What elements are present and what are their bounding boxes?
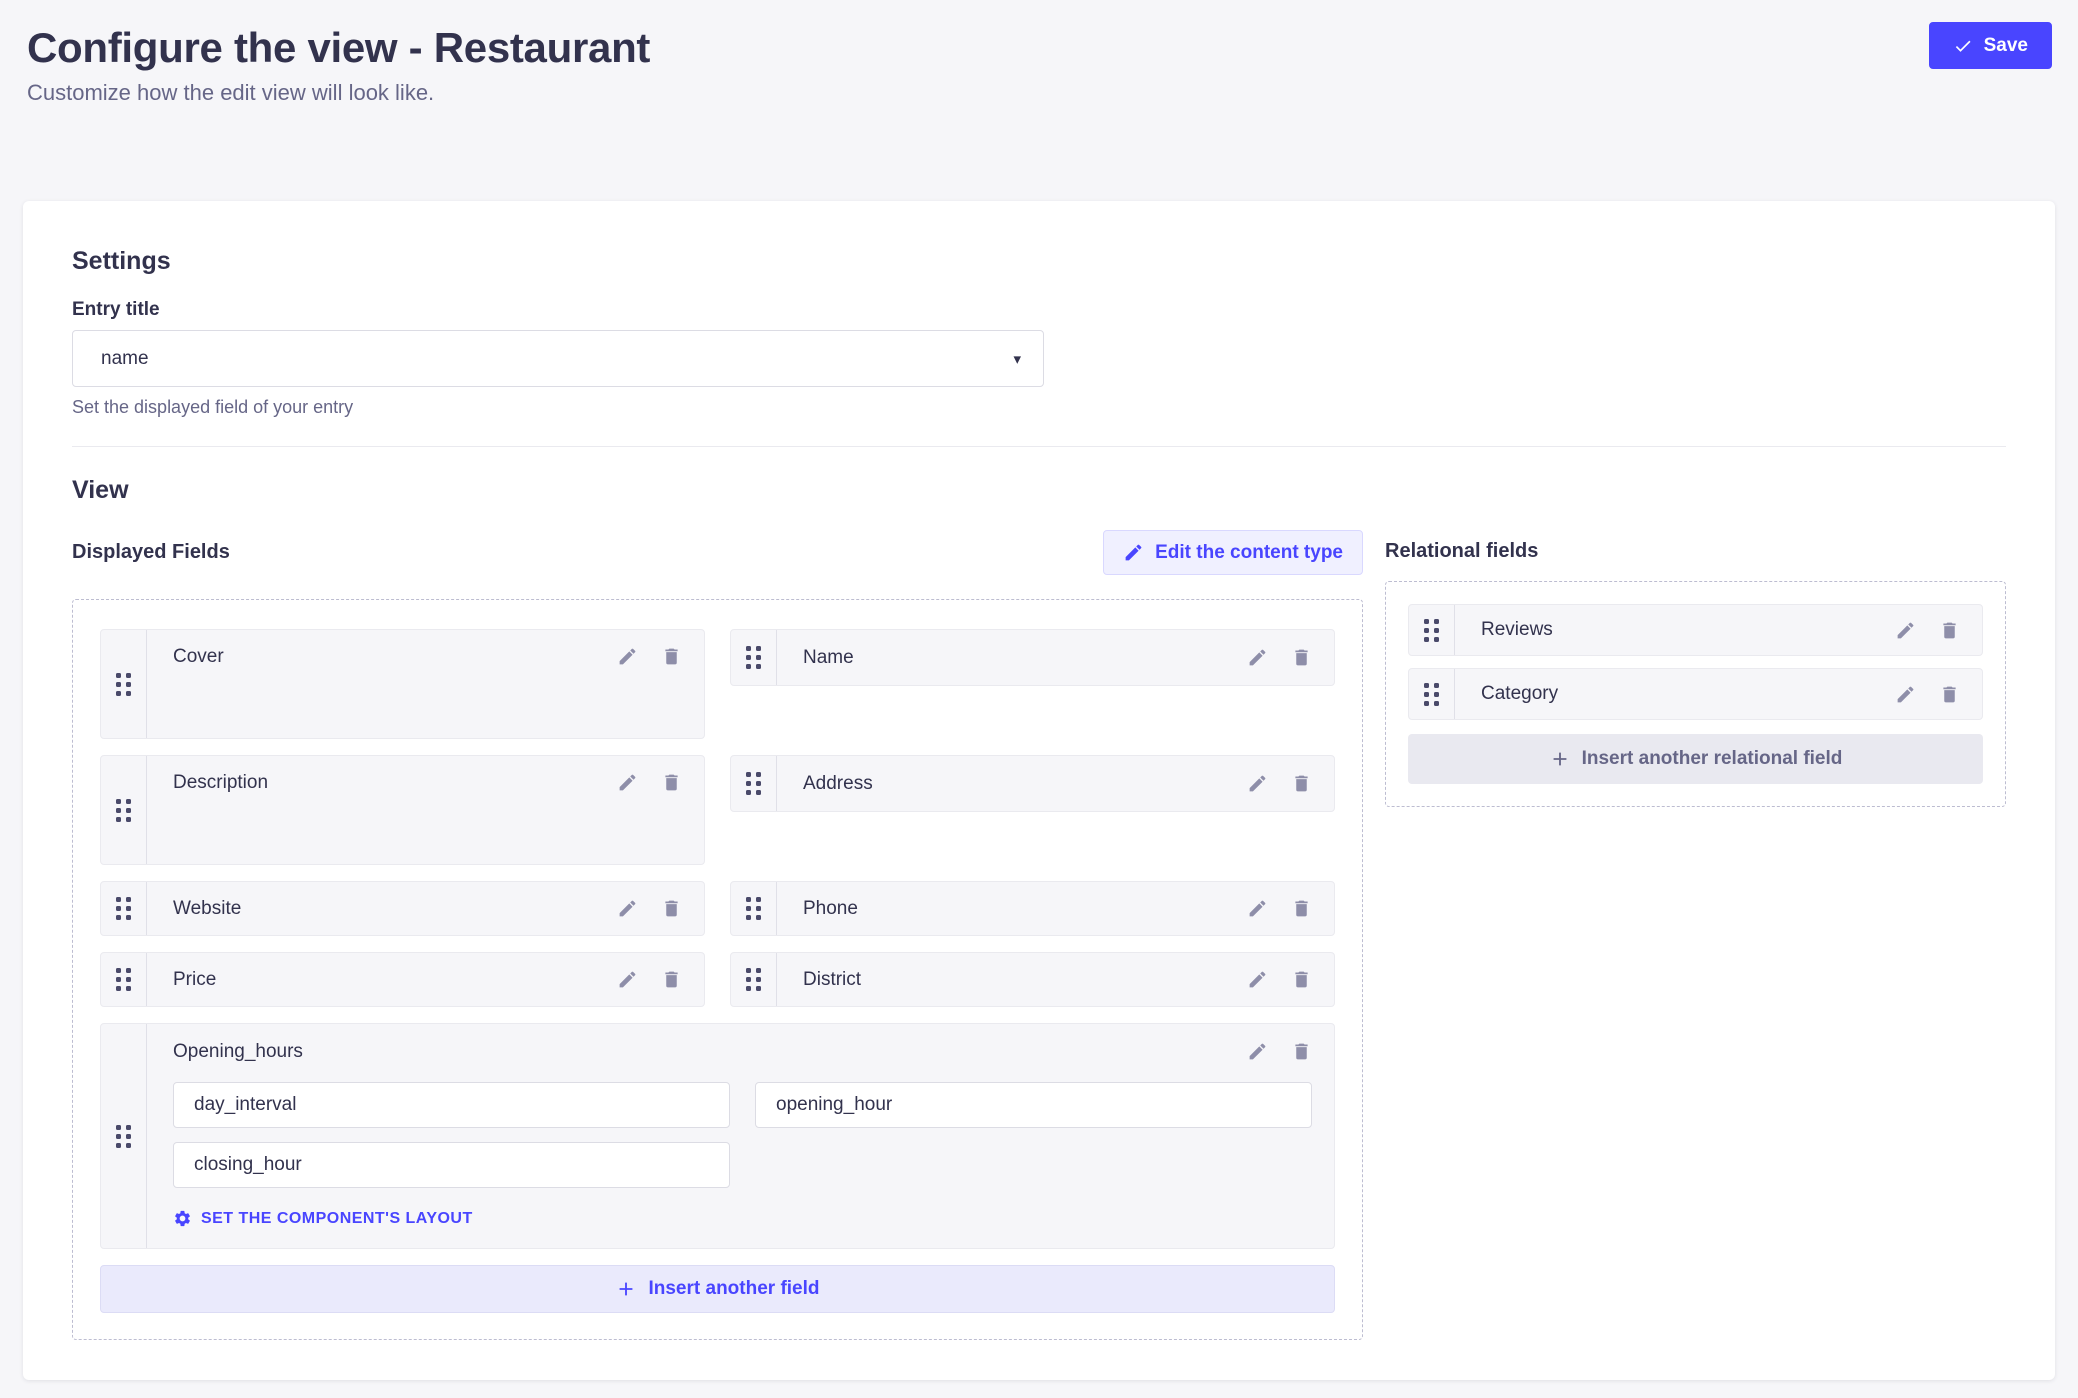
delete-icon[interactable] (661, 772, 682, 793)
drag-handle-icon[interactable] (731, 630, 777, 685)
edit-icon[interactable] (617, 646, 638, 667)
component-subfield-label: closing_hour (194, 1154, 302, 1176)
field-row[interactable]: Description (100, 755, 705, 865)
drag-handle-icon[interactable] (101, 1024, 147, 1248)
drag-handle-icon[interactable] (731, 882, 777, 935)
chevron-down-icon: ▾ (1013, 350, 1021, 368)
edit-icon[interactable] (1247, 773, 1268, 794)
set-component-layout-label: SET THE COMPONENT'S LAYOUT (201, 1210, 473, 1228)
delete-icon[interactable] (661, 969, 682, 990)
relational-fields-container: Reviews (1385, 581, 2006, 807)
plus-icon (615, 1278, 637, 1300)
component-subfield-label: opening_hour (776, 1094, 892, 1116)
field-label: Phone (803, 898, 858, 920)
page-header: Configure the view - Restaurant Customiz… (0, 0, 2078, 106)
component-subfield[interactable]: closing_hour (173, 1142, 730, 1188)
edit-content-type-label: Edit the content type (1155, 542, 1343, 564)
insert-another-relational-field-button[interactable]: Insert another relational field (1408, 734, 1983, 784)
component-subfield[interactable]: day_interval (173, 1082, 730, 1128)
save-button[interactable]: Save (1929, 22, 2052, 69)
relational-field-row[interactable]: Reviews (1408, 604, 1983, 656)
view-heading: View (72, 475, 2006, 505)
component-row-opening-hours[interactable]: Opening_hours day_interval (100, 1023, 1335, 1249)
delete-icon[interactable] (661, 898, 682, 919)
insert-another-field-button[interactable]: Insert another field (100, 1265, 1335, 1313)
field-label: Description (173, 772, 268, 794)
field-row[interactable]: Address (730, 755, 1335, 812)
settings-heading: Settings (72, 246, 2006, 276)
field-label: District (803, 969, 861, 991)
edit-icon[interactable] (617, 772, 638, 793)
plus-icon (1549, 748, 1571, 770)
displayed-fields-grid: Cover (100, 629, 1335, 1313)
delete-icon[interactable] (1291, 969, 1312, 990)
relational-field-row[interactable]: Category (1408, 668, 1983, 720)
entry-title-label: Entry title (72, 298, 2006, 322)
field-row[interactable]: District (730, 952, 1335, 1007)
edit-icon[interactable] (1895, 684, 1916, 705)
edit-icon[interactable] (1247, 898, 1268, 919)
field-row[interactable]: Website (100, 881, 705, 936)
insert-another-field-label: Insert another field (648, 1278, 819, 1300)
entry-title-helper: Set the displayed field of your entry (72, 397, 2006, 418)
field-label: Price (173, 969, 216, 991)
drag-handle-icon[interactable] (1409, 605, 1455, 655)
edit-icon[interactable] (1247, 1041, 1268, 1062)
save-button-label: Save (1984, 35, 2028, 57)
displayed-fields-label: Displayed Fields (72, 541, 230, 564)
drag-handle-icon[interactable] (101, 882, 147, 935)
relational-field-label: Reviews (1481, 619, 1553, 641)
displayed-fields-container: Cover (72, 599, 1363, 1340)
drag-handle-icon[interactable] (101, 630, 147, 738)
delete-icon[interactable] (1939, 684, 1960, 705)
field-label: Address (803, 773, 873, 795)
edit-content-type-button[interactable]: Edit the content type (1103, 530, 1363, 575)
edit-icon[interactable] (1895, 620, 1916, 641)
set-component-layout-link[interactable]: SET THE COMPONENT'S LAYOUT (173, 1209, 473, 1228)
relational-fields-label: Relational fields (1385, 540, 1538, 563)
delete-icon[interactable] (1291, 898, 1312, 919)
field-row[interactable]: Name (730, 629, 1335, 686)
component-subfields: day_interval opening_hour closing_hour (173, 1082, 1312, 1188)
edit-icon[interactable] (617, 969, 638, 990)
delete-icon[interactable] (1939, 620, 1960, 641)
component-label: Opening_hours (173, 1041, 303, 1063)
edit-icon[interactable] (1247, 647, 1268, 668)
section-divider (72, 446, 2006, 447)
entry-title-value: name (101, 348, 149, 370)
field-label: Name (803, 647, 854, 669)
drag-handle-icon[interactable] (101, 953, 147, 1006)
drag-handle-icon[interactable] (731, 953, 777, 1006)
insert-another-relational-field-label: Insert another relational field (1582, 748, 1843, 770)
field-row[interactable]: Phone (730, 881, 1335, 936)
entry-title-select[interactable]: name ▾ (72, 330, 1044, 387)
check-icon (1953, 36, 1973, 56)
drag-handle-icon[interactable] (1409, 669, 1455, 719)
field-row[interactable]: Cover (100, 629, 705, 739)
delete-icon[interactable] (1291, 647, 1312, 668)
drag-handle-icon[interactable] (101, 756, 147, 864)
field-label: Cover (173, 646, 224, 668)
field-label: Website (173, 898, 241, 920)
delete-icon[interactable] (1291, 1041, 1312, 1062)
edit-icon (1123, 542, 1144, 563)
field-row[interactable]: Price (100, 952, 705, 1007)
page-title: Configure the view - Restaurant (27, 22, 650, 74)
delete-icon[interactable] (661, 646, 682, 667)
delete-icon[interactable] (1291, 773, 1312, 794)
component-subfield-label: day_interval (194, 1094, 296, 1116)
edit-icon[interactable] (617, 898, 638, 919)
edit-icon[interactable] (1247, 969, 1268, 990)
gear-icon (173, 1209, 192, 1228)
configure-view-card: Settings Entry title name ▾ Set the disp… (23, 201, 2055, 1380)
page-heading-block: Configure the view - Restaurant Customiz… (27, 22, 650, 106)
drag-handle-icon[interactable] (731, 756, 777, 811)
component-subfield[interactable]: opening_hour (755, 1082, 1312, 1128)
relational-field-label: Category (1481, 683, 1558, 705)
page-subtitle: Customize how the edit view will look li… (27, 80, 650, 106)
